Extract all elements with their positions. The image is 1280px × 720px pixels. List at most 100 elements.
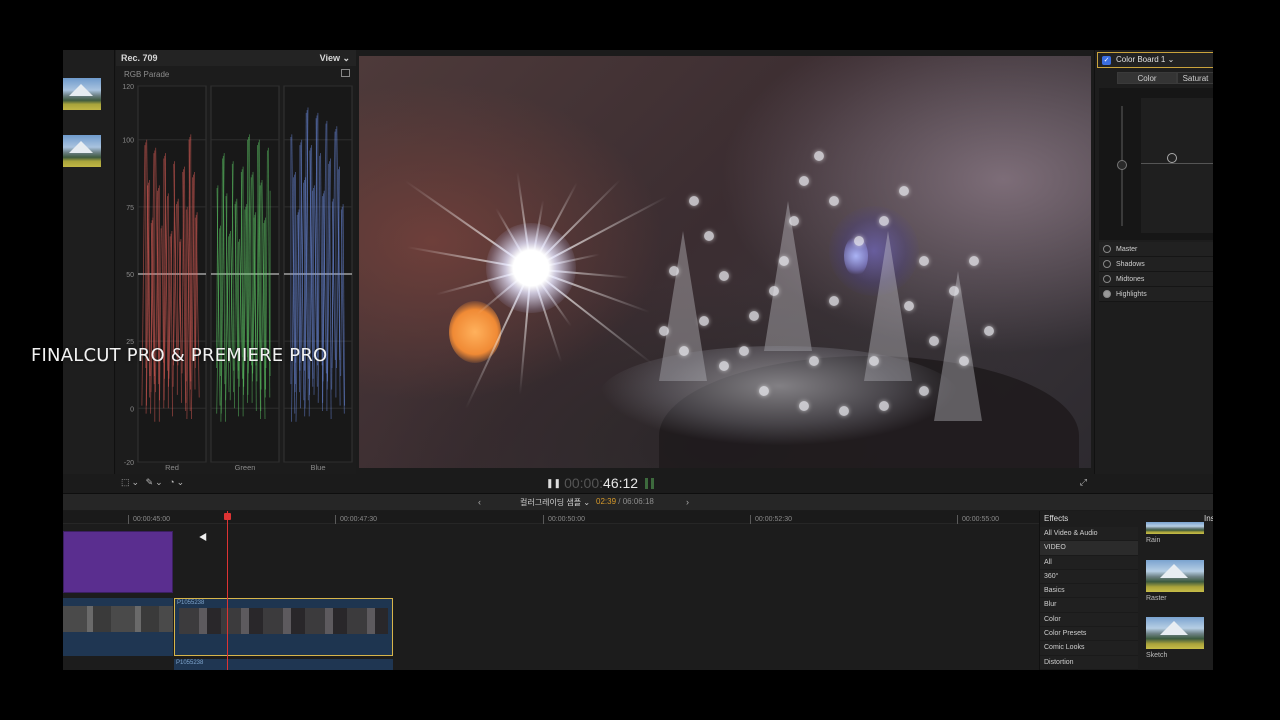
fx-category[interactable]: Blur [1040, 598, 1138, 613]
mouse-cursor-icon [199, 532, 210, 544]
effects-browser: Effects Ins All Video & Audio VIDEO All … [1039, 511, 1213, 670]
view-menu[interactable]: View ⌄ [320, 53, 350, 64]
fx-category[interactable]: VIDEO [1040, 541, 1138, 556]
effect-label: Raster [1146, 595, 1167, 602]
fx-category[interactable]: Distortion [1040, 655, 1138, 670]
crown-gem [959, 356, 969, 366]
crown-gem [809, 356, 819, 366]
crown-gem [949, 286, 959, 296]
ruler-tick: 00:00:47:30 [335, 515, 377, 524]
fx-category[interactable]: All [1040, 555, 1138, 570]
crown-gem [829, 296, 839, 306]
crown-gem [869, 356, 879, 366]
tab-saturation[interactable]: Saturat [1177, 72, 1213, 84]
crown-gem [879, 216, 889, 226]
fx-category[interactable]: Comic Looks [1040, 641, 1138, 656]
color-grid[interactable] [1141, 98, 1213, 233]
project-duration: 02:39 / 06:06:18 [596, 497, 654, 506]
tab-color[interactable]: Color [1117, 72, 1177, 84]
effect-thumbnail[interactable] [1146, 522, 1204, 534]
installed-tab[interactable]: Ins [1204, 514, 1213, 523]
speed-icon[interactable]: ◔⌄ [169, 477, 186, 487]
rgb-parade-scope: 1201007550250-20 Red Green Blue [122, 84, 353, 472]
fx-category[interactable]: 360° [1040, 569, 1138, 585]
channel-label: Blue [310, 463, 325, 472]
timecode-value: 46:12 [603, 475, 639, 491]
crown-gem [679, 346, 689, 356]
clip-thumbnail[interactable] [63, 78, 101, 110]
crown-gem [904, 301, 914, 311]
tone-label: Midtones [1116, 275, 1145, 283]
timecode-display[interactable]: ❚❚ 00:00:46:12 [546, 475, 638, 491]
tone-master[interactable]: Master [1099, 242, 1213, 257]
color-board-selector[interactable]: ✓ Color Board 1 ⌄ [1097, 52, 1213, 68]
crown-gem [969, 256, 979, 266]
clip-filmstrip [179, 608, 388, 634]
highlights-puck[interactable] [1167, 153, 1177, 163]
video-clip[interactable] [63, 598, 173, 656]
scope-tick-label: 75 [126, 205, 134, 212]
tone-midtones[interactable]: Midtones [1099, 272, 1213, 287]
crown-gem [799, 401, 809, 411]
effect-thumbnail[interactable] [1146, 617, 1204, 649]
tone-highlights[interactable]: Highlights [1099, 287, 1213, 302]
playhead[interactable] [227, 511, 228, 670]
transport-bar: ⬚⌄ ✎⌄ ◔⌄ ❚❚ 00:00:46:12 ⤢ [63, 474, 1213, 492]
crown-gem [789, 216, 799, 226]
color-board-area[interactable] [1099, 88, 1213, 240]
selected-video-clip[interactable]: P1055238 [174, 598, 393, 656]
effect-label: Rain [1146, 537, 1161, 544]
pause-icon[interactable]: ❚❚ [546, 478, 561, 488]
title-clip[interactable] [63, 531, 173, 593]
fx-category[interactable]: Basics [1040, 584, 1138, 599]
clip-thumbnail[interactable] [63, 135, 101, 167]
bokeh-orange [449, 301, 501, 363]
crown-gem [689, 196, 699, 206]
crown-gem [719, 271, 729, 281]
fx-category[interactable]: All Video & Audio [1040, 527, 1138, 542]
tone-dot-icon [1103, 275, 1111, 283]
crown-gem [739, 346, 749, 356]
effects-title: Effects [1044, 514, 1069, 523]
ruler-tick: 00:00:55:00 [957, 515, 999, 524]
ruler-tick: 00:00:45:00 [128, 515, 170, 524]
tone-label: Shadows [1116, 260, 1145, 268]
scope-header: Rec. 709 View ⌄ [116, 50, 356, 66]
crown-base [599, 346, 959, 446]
playhead-position: 02:39 [596, 497, 617, 506]
crown-gem [769, 286, 779, 296]
effect-thumbnail[interactable] [1146, 560, 1204, 592]
scope-settings-icon[interactable] [341, 69, 350, 77]
channel-label: Green [235, 463, 256, 472]
crop-icon[interactable]: ⬚⌄ [121, 477, 141, 487]
crown-spike [764, 201, 812, 351]
timeline[interactable]: 00:00:45:00 00:00:47:30 00:00:50:00 00:0… [63, 511, 1039, 670]
timeline-ruler[interactable]: 00:00:45:00 00:00:47:30 00:00:50:00 00:0… [63, 511, 1039, 524]
scope-tick-label: 120 [122, 84, 134, 91]
crown-gem [704, 231, 714, 241]
clip-name: P1055238 [177, 600, 205, 606]
magic-icon[interactable]: ✎⌄ [146, 477, 165, 487]
viewer-frame[interactable] [359, 56, 1091, 468]
color-board-tabs: Color Saturat [1117, 72, 1213, 84]
back-arrow-icon[interactable]: ‹ [478, 497, 481, 507]
tone-label: Master [1116, 245, 1138, 253]
channel-label: Red [165, 463, 179, 472]
enable-checkbox-icon[interactable]: ✓ [1102, 56, 1111, 65]
fx-category[interactable]: Color Presets [1040, 627, 1138, 642]
clip-name: P1055238 [176, 660, 204, 666]
fullscreen-icon[interactable]: ⤢ [1080, 477, 1087, 488]
timeline-header: ‹ 컬러그레이딩 샘플 ⌄ 02:39 / 06:06:18 › [63, 493, 1213, 510]
effects-category-list: All Video & Audio VIDEO All 360° Basics … [1040, 527, 1138, 670]
forward-arrow-icon[interactable]: › [686, 497, 689, 507]
audio-meter [645, 478, 648, 489]
global-puck[interactable] [1117, 160, 1127, 170]
crown-gem [699, 316, 709, 326]
effect-label: Sketch [1146, 652, 1168, 659]
fx-category[interactable]: Color [1040, 612, 1138, 628]
tone-shadows[interactable]: Shadows [1099, 257, 1213, 272]
connected-clip[interactable]: P1055238 [174, 659, 393, 670]
crown-gem [759, 386, 769, 396]
project-name[interactable]: 컬러그레이딩 샘플 ⌄ [520, 497, 590, 508]
playhead-handle[interactable] [224, 513, 231, 520]
